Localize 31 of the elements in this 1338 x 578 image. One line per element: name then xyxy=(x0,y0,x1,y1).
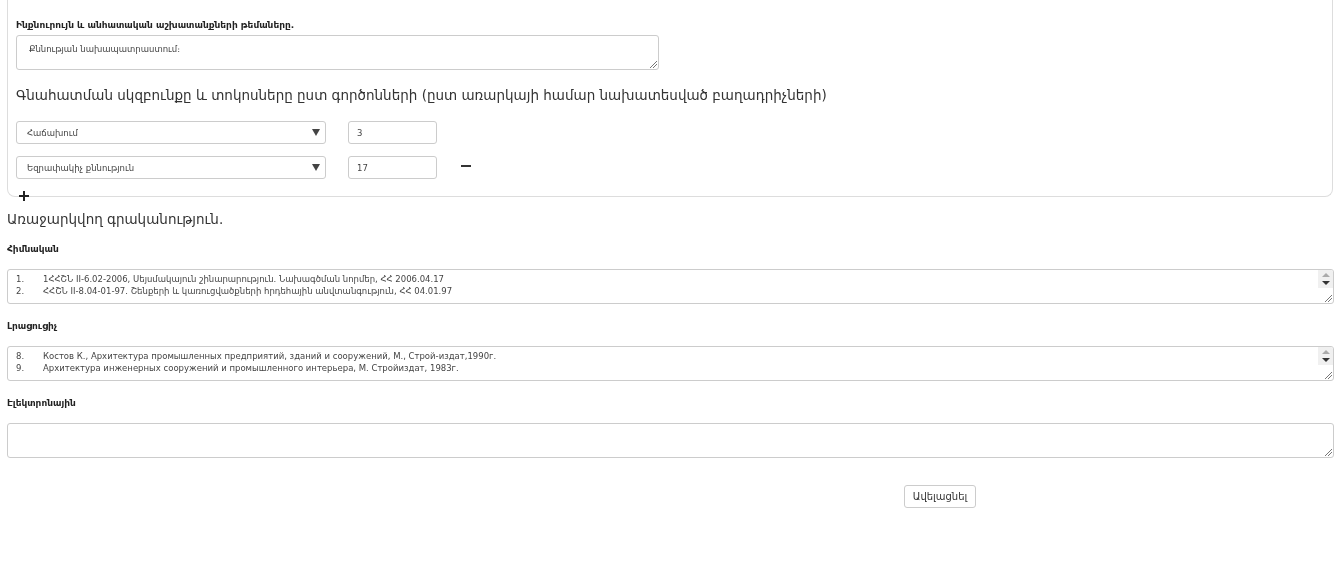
resize-handle-icon[interactable] xyxy=(1324,448,1332,456)
field-label: Էլեկտրոնային xyxy=(7,398,77,408)
field-label: Ինքնուրույն և անհատական աշխատանքների թեմաները. xyxy=(16,20,296,30)
scrollbar[interactable] xyxy=(1318,270,1333,288)
number-input[interactable]: 3 xyxy=(348,121,437,144)
list-number: 2. xyxy=(16,285,26,297)
list-text: ՀՀՇՆ II-8.04-01-97. Շենքերի և կառուցվածքների հրդեհային անվտանգություն, ՀՀ 04.01.97 xyxy=(43,285,453,297)
dropdown[interactable]: Եզրափակիչ քննություն xyxy=(16,156,326,179)
add-button[interactable] xyxy=(17,189,31,203)
list-number: 9. xyxy=(16,362,26,374)
text-area[interactable]: Քննության նախապատրաստում։ xyxy=(16,35,659,70)
resize-handle-icon[interactable] xyxy=(649,60,657,68)
resize-handle-icon[interactable] xyxy=(1324,294,1332,302)
list-text: Костов К., Архитектура промышленных предприятий, зданий и сооружений, М., Строй-издат,1990г. xyxy=(43,350,497,362)
list-text: Архитектура инженерных сооружений и промышленного интерьера, М. Стройиздат, 1983г. xyxy=(43,362,459,374)
add-button[interactable]: Ավելացնել xyxy=(903,485,977,508)
field-label: Լրացուցիչ xyxy=(7,321,58,331)
dropdown[interactable]: Հաճախում xyxy=(16,121,326,144)
list-number: 8. xyxy=(16,350,26,362)
resize-handle-icon[interactable] xyxy=(1324,371,1332,379)
section-heading: Առաջարկվող գրականություն. xyxy=(7,211,225,227)
caret-icon xyxy=(312,164,320,171)
number-input[interactable]: 17 xyxy=(348,156,437,179)
scrollbar[interactable] xyxy=(1318,347,1333,365)
caret-icon xyxy=(312,129,320,136)
list-text: 1ՀՀՇՆ II-6.02-2006, Սեյսմակայուն շինարարություն. Նախագծման նորմեր, ՀՀ 2006.04.17 xyxy=(43,273,444,285)
text-area[interactable]: 8. Костов К., Архитектура промышленных предприятий, зданий и сооружений, М., Строй-издат,1990г. 9. Архитектура инженерных сооружений и промышленного интерьера, М. Стройиздат, 1983г. xyxy=(7,346,1334,381)
list-number: 1. xyxy=(16,273,26,285)
section-heading: Գնահատման սկզբունքը և տոկոսները ըստ գործոնների (ըստ առարկայի համար նախատեսված բաղադրիչների) xyxy=(16,87,828,103)
text-area[interactable]: 1. 1ՀՀՇՆ II-6.02-2006, Սեյսմակայուն շինարարություն. Նախագծման նորմեր, ՀՀ 2006.04.17 2. ՀՀՇՆ II-8.04-01-97. Շենքերի և կառուցվածքների հրդեհային անվտանգություն, ՀՀ 04.01.97 xyxy=(7,269,1334,304)
field-label: Հիմնական xyxy=(7,244,60,254)
